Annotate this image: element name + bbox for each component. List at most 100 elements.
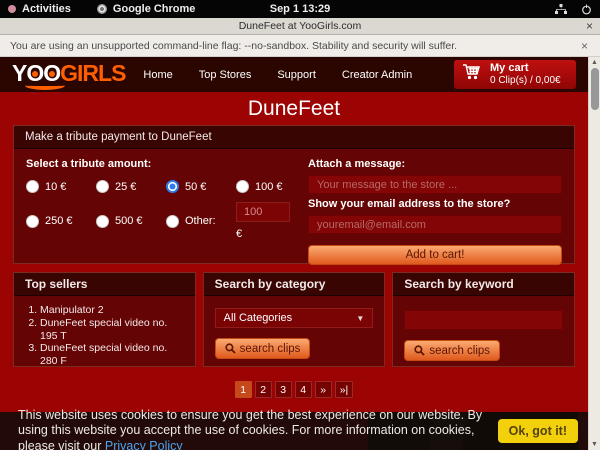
radio-label: Other: (185, 215, 216, 227)
app-name-label: Google Chrome (113, 3, 196, 15)
message-label: Attach a message: (308, 158, 562, 170)
cookie-message: This website uses cookies to ensure you … (18, 408, 482, 450)
scrollbar-thumb[interactable] (591, 68, 599, 110)
pagination: 1 2 3 4 » »| (0, 381, 588, 398)
cookie-text: This website uses cookies to ensure you … (18, 408, 490, 450)
top-sellers-header: Top sellers (14, 273, 195, 296)
search-clips-by-keyword-button[interactable]: search clips (404, 340, 500, 361)
radio-icon (96, 180, 109, 193)
radio-label: 250 € (45, 215, 73, 227)
power-icon[interactable] (581, 4, 592, 15)
infobar-close-icon[interactable]: × (581, 39, 588, 53)
main-nav: Home Top Stores Support Creator Admin (143, 69, 412, 81)
notification-dot-icon (8, 5, 16, 13)
search-keyword-panel: Search by keyword search clips (392, 272, 575, 367)
search-category-panel: Search by category All Categories ▼ sear… (203, 272, 386, 367)
radio-label: 25 € (115, 181, 136, 193)
clock[interactable]: Sep 1 13:29 (270, 3, 331, 15)
window-close-icon[interactable]: × (586, 19, 593, 33)
other-amount-input[interactable] (236, 202, 290, 222)
infobar-message: You are using an unsupported command-lin… (10, 40, 457, 52)
window-titlebar[interactable]: DuneFeet at YooGirls.com × (0, 18, 600, 35)
category-selected-option: All Categories (224, 312, 292, 324)
nav-item-support[interactable]: Support (277, 69, 316, 81)
site-header: YOOGIRLS Home Top Stores Support Creator… (0, 57, 588, 92)
tribute-radio-10[interactable]: 10 € (26, 180, 96, 193)
top-sellers-panel: Top sellers Manipulator 2 DuneFeet speci… (13, 272, 196, 367)
currency-label: € (236, 228, 308, 240)
tribute-radio-100[interactable]: 100 € (236, 180, 308, 193)
chrome-icon (97, 4, 107, 14)
chevron-down-icon: ▼ (356, 314, 364, 323)
scroll-down-icon[interactable]: ▼ (591, 439, 598, 450)
logo-text: GIRLS (60, 60, 125, 86)
activities-button[interactable]: Activities (8, 3, 71, 15)
pagination-page-2[interactable]: 2 (255, 381, 272, 398)
pagination-page-3[interactable]: 3 (275, 381, 292, 398)
category-select[interactable]: All Categories ▼ (215, 308, 374, 328)
focused-app-menu[interactable]: Google Chrome (97, 3, 196, 15)
web-page: YOOGIRLS Home Top Stores Support Creator… (0, 57, 588, 450)
radio-icon (96, 215, 109, 228)
keyword-input[interactable] (404, 310, 563, 330)
pagination-last-button[interactable]: »| (335, 381, 354, 398)
search-category-header: Search by category (204, 273, 385, 296)
cookie-accept-button[interactable]: Ok, got it! (498, 419, 578, 443)
add-to-cart-button[interactable]: Add to cart! (308, 245, 562, 265)
tribute-message-section: Attach a message: Show your email addres… (308, 158, 562, 265)
search-clips-by-category-button[interactable]: search clips (215, 338, 311, 359)
radio-icon (166, 215, 179, 228)
tribute-radio-other[interactable]: Other: (166, 202, 236, 240)
list-item[interactable]: DuneFeet special video no. 280 F (40, 342, 185, 367)
page-scrollbar[interactable]: ▲ ▼ (588, 57, 600, 450)
tribute-radio-500[interactable]: 500 € (96, 202, 166, 240)
logo-smile-icon (25, 81, 65, 90)
top-sellers-list: Manipulator 2 DuneFeet special video no.… (40, 304, 185, 367)
tribute-radio-25[interactable]: 25 € (96, 180, 166, 193)
button-label: search clips (429, 345, 490, 357)
email-input[interactable] (308, 215, 562, 234)
radio-icon (26, 215, 39, 228)
nav-item-creator-admin[interactable]: Creator Admin (342, 69, 412, 81)
tribute-panel-header: Make a tribute payment to DuneFeet (14, 126, 574, 149)
chrome-infobar: You are using an unsupported command-lin… (0, 35, 600, 57)
button-label: search clips (240, 343, 301, 355)
desktop-top-bar: Activities Google Chrome Sep 1 13:29 (0, 0, 600, 18)
tribute-panel: Make a tribute payment to DuneFeet Selec… (13, 125, 575, 264)
window-title: DuneFeet at YooGirls.com (239, 20, 362, 32)
radio-icon (236, 180, 249, 193)
email-label: Show your email address to the store? (308, 198, 562, 210)
amount-label: Select a tribute amount: (26, 158, 308, 170)
pagination-page-1[interactable]: 1 (235, 381, 252, 398)
network-icon[interactable] (555, 4, 567, 15)
pagination-next-button[interactable]: » (315, 381, 332, 398)
activities-label: Activities (22, 3, 71, 15)
tribute-amounts-section: Select a tribute amount: 10 € 25 € 50 € … (26, 158, 308, 265)
logo-text: Y (12, 60, 26, 86)
list-item[interactable]: Manipulator 2 (40, 304, 185, 317)
nav-item-top-stores[interactable]: Top Stores (199, 69, 252, 81)
radio-icon-checked (166, 180, 179, 193)
screen: Activities Google Chrome Sep 1 13:29 Dun… (0, 0, 600, 450)
tribute-radio-250[interactable]: 250 € (26, 202, 96, 240)
my-cart-button[interactable]: My cart 0 Clip(s) / 0,00€ (454, 60, 576, 89)
privacy-policy-link[interactable]: Privacy Policy (105, 439, 183, 450)
radio-label: 500 € (115, 215, 143, 227)
site-logo[interactable]: YOOGIRLS (12, 62, 125, 88)
search-icon (414, 345, 425, 356)
nav-item-home[interactable]: Home (143, 69, 172, 81)
radio-label: 10 € (45, 181, 66, 193)
message-input[interactable] (308, 175, 562, 194)
cookie-notice: This website uses cookies to ensure you … (0, 412, 588, 450)
radio-label: 100 € (255, 181, 283, 193)
list-item[interactable]: DuneFeet special video no. 195 T (40, 317, 185, 343)
cart-summary: 0 Clip(s) / 0,00€ (490, 75, 561, 87)
search-keyword-header: Search by keyword (393, 273, 574, 296)
cart-title: My cart (490, 62, 561, 75)
cart-icon (462, 63, 482, 86)
tribute-radio-50[interactable]: 50 € (166, 180, 236, 193)
pagination-page-4[interactable]: 4 (295, 381, 312, 398)
radio-icon (26, 180, 39, 193)
scroll-up-icon[interactable]: ▲ (591, 57, 598, 68)
radio-label: 50 € (185, 181, 206, 193)
